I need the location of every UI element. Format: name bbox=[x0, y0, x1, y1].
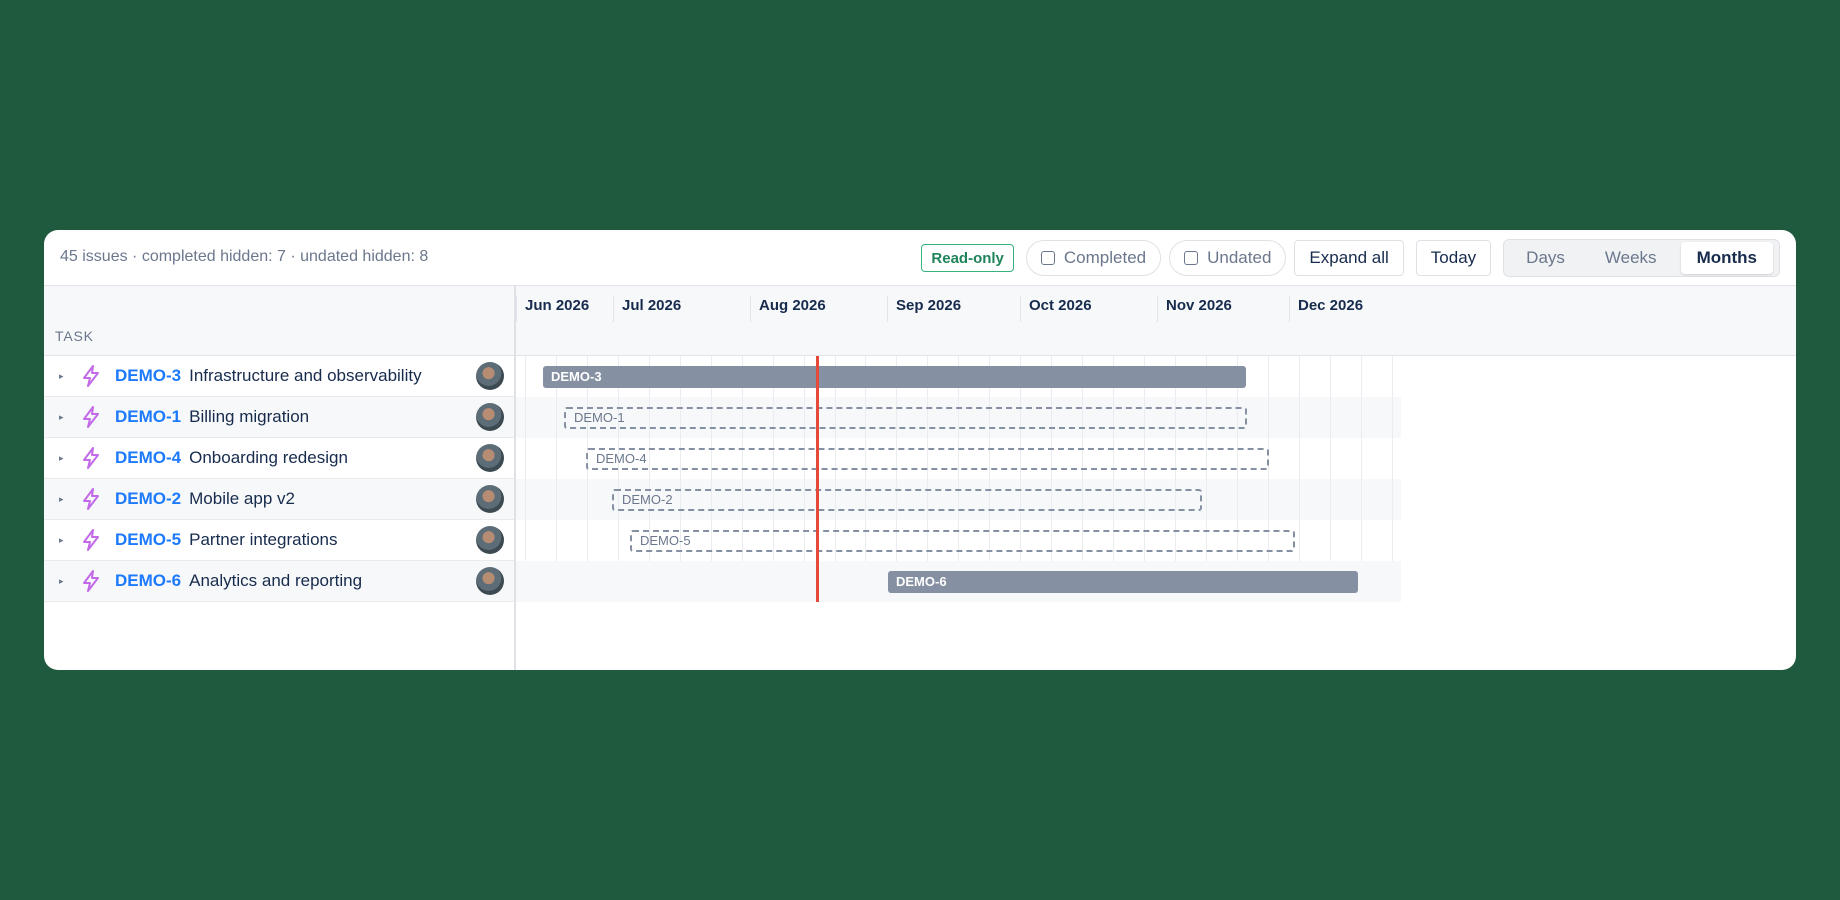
epic-lightning-icon bbox=[81, 406, 107, 428]
month-label: Dec 2026 bbox=[1289, 296, 1363, 322]
completed-filter-toggle[interactable]: Completed bbox=[1025, 240, 1162, 276]
grid-line bbox=[1392, 356, 1393, 561]
undated-checkbox[interactable] bbox=[1184, 251, 1199, 265]
issue-key-link[interactable]: DEMO-1 bbox=[115, 407, 181, 427]
issue-title: Onboarding redesign bbox=[189, 448, 348, 467]
task-bar[interactable]: DEMO-6 bbox=[888, 571, 1358, 593]
issue-title: Analytics and reporting bbox=[189, 571, 363, 590]
completed-label: Completed bbox=[1063, 248, 1147, 267]
expand-caret-icon[interactable]: ▸ bbox=[59, 453, 77, 464]
issue-key-link[interactable]: DEMO-5 bbox=[115, 530, 181, 550]
timeline-card: 45 issues · completed hidden: 7 · undate… bbox=[44, 230, 1796, 670]
issue-title: Billing migration bbox=[189, 407, 310, 426]
expand-caret-icon[interactable]: ▸ bbox=[59, 494, 77, 505]
expand-caret-icon[interactable]: ▸ bbox=[59, 535, 77, 546]
epic-lightning-icon bbox=[81, 488, 107, 510]
task-column-header: TASK bbox=[44, 286, 514, 356]
undated-label: Undated bbox=[1207, 248, 1272, 267]
grid-line bbox=[525, 356, 526, 561]
task-bar[interactable]: DEMO-1 bbox=[564, 407, 1247, 429]
assignee-avatar[interactable] bbox=[476, 444, 504, 472]
toolbar-controls: Read-only Completed Undated Expand all T… bbox=[921, 238, 1780, 278]
task-bar[interactable]: DEMO-2 bbox=[612, 489, 1202, 511]
issue-title: Infrastructure and observability bbox=[189, 366, 422, 385]
expand-all-button[interactable]: Expand all bbox=[1294, 240, 1404, 276]
month-label: Oct 2026 bbox=[1020, 296, 1092, 322]
task-row[interactable]: ▸ DEMO-4 Onboarding redesign bbox=[44, 438, 514, 479]
task-bar[interactable]: DEMO-3 bbox=[543, 366, 1246, 388]
timeline-body: DEMO-3 DEMO-1 DEMO-4 DEMO-2 DEMO-5 DEMO-6 bbox=[516, 356, 1796, 670]
grid-line bbox=[1330, 356, 1331, 561]
view-months-tab[interactable]: Months bbox=[1680, 242, 1773, 274]
assignee-avatar[interactable] bbox=[476, 526, 504, 554]
view-weeks-tab[interactable]: Weeks bbox=[1589, 242, 1673, 274]
assignee-avatar[interactable] bbox=[476, 485, 504, 513]
task-row[interactable]: ▸ DEMO-5 Partner integrations bbox=[44, 520, 514, 561]
expand-caret-icon[interactable]: ▸ bbox=[59, 412, 77, 423]
month-label: Jun 2026 bbox=[516, 296, 589, 322]
expand-caret-icon[interactable]: ▸ bbox=[59, 371, 77, 382]
issue-summary: 45 issues · completed hidden: 7 · undate… bbox=[60, 248, 429, 265]
task-bar[interactable]: DEMO-5 bbox=[630, 530, 1295, 552]
issue-key-link[interactable]: DEMO-6 bbox=[115, 571, 181, 591]
month-label: Aug 2026 bbox=[750, 296, 826, 322]
timeline-header: Jun 2026 Jul 2026 Aug 2026 Sep 2026 Oct 2026… bbox=[516, 286, 1796, 356]
grid-line bbox=[1361, 356, 1362, 561]
completed-checkbox[interactable] bbox=[1040, 251, 1055, 265]
today-button[interactable]: Today bbox=[1415, 240, 1492, 276]
assignee-avatar[interactable] bbox=[476, 403, 504, 431]
view-switcher: Days Weeks Months bbox=[1503, 239, 1780, 277]
assignee-avatar[interactable] bbox=[476, 567, 504, 595]
issue-title: Partner integrations bbox=[189, 530, 338, 549]
issue-key-link[interactable]: DEMO-4 bbox=[115, 448, 181, 468]
issue-key-link[interactable]: DEMO-2 bbox=[115, 489, 181, 509]
issue-title: Mobile app v2 bbox=[189, 489, 295, 508]
task-row[interactable]: ▸ DEMO-6 Analytics and reporting bbox=[44, 561, 514, 602]
read-only-badge: Read-only bbox=[921, 244, 1014, 272]
toolbar: 45 issues · completed hidden: 7 · undate… bbox=[44, 230, 1796, 286]
task-bar[interactable]: DEMO-4 bbox=[586, 448, 1269, 470]
grid-line bbox=[1299, 356, 1300, 561]
epic-lightning-icon bbox=[81, 570, 107, 592]
month-label: Jul 2026 bbox=[613, 296, 681, 322]
epic-lightning-icon bbox=[81, 365, 107, 387]
issue-key-link[interactable]: DEMO-3 bbox=[115, 366, 181, 386]
assignee-avatar[interactable] bbox=[476, 362, 504, 390]
task-row[interactable]: ▸ DEMO-3 Infrastructure and observability bbox=[44, 356, 514, 397]
task-row[interactable]: ▸ DEMO-1 Billing migration bbox=[44, 397, 514, 438]
epic-lightning-icon bbox=[81, 529, 107, 551]
month-label: Nov 2026 bbox=[1157, 296, 1232, 322]
timeline-area: Jun 2026 Jul 2026 Aug 2026 Sep 2026 Oct 2026… bbox=[516, 286, 1796, 670]
today-marker-line bbox=[816, 356, 819, 602]
undated-filter-toggle[interactable]: Undated bbox=[1169, 240, 1287, 276]
epic-lightning-icon bbox=[81, 447, 107, 469]
task-list: TASK ▸ DEMO-3 Infrastructure and observabi… bbox=[44, 286, 516, 670]
view-days-tab[interactable]: Days bbox=[1510, 242, 1581, 274]
expand-caret-icon[interactable]: ▸ bbox=[59, 576, 77, 587]
task-row[interactable]: ▸ DEMO-2 Mobile app v2 bbox=[44, 479, 514, 520]
task-column-label: TASK bbox=[55, 328, 94, 344]
month-label: Sep 2026 bbox=[887, 296, 961, 322]
